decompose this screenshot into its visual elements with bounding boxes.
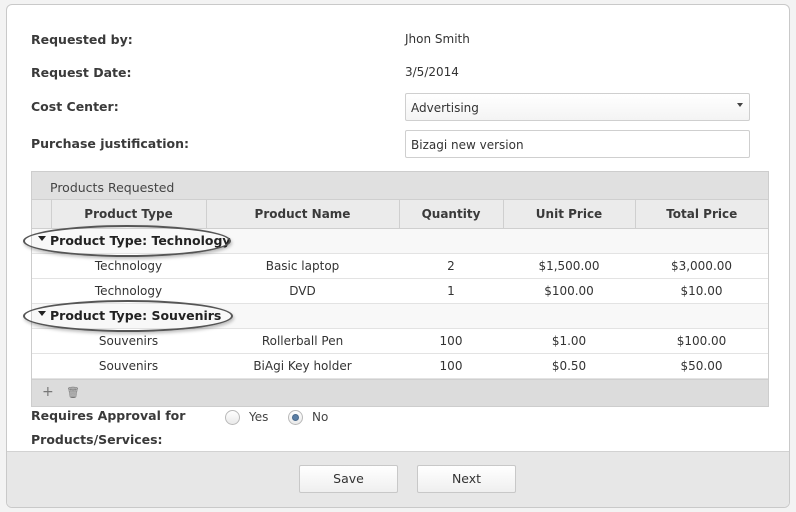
- column-header-product-type[interactable]: Product Type: [51, 200, 207, 229]
- table-header-row: Product Type Product Name Quantity Unit …: [32, 200, 768, 229]
- delete-row-icon[interactable]: 🗑: [66, 386, 80, 399]
- collapse-triangle-icon[interactable]: [38, 236, 46, 241]
- cost-center-value: Advertising: [411, 101, 479, 115]
- products-grid: Products Requested Product Type Product …: [31, 171, 769, 407]
- column-header-total-price[interactable]: Total Price: [635, 200, 768, 229]
- cost-center-label: Cost Center:: [31, 99, 119, 114]
- table-row[interactable]: Souvenirs BiAgi Key holder 100 $0.50 $50…: [32, 353, 768, 379]
- cell-quantity: 1: [399, 278, 503, 304]
- approval-yes-label[interactable]: Yes: [249, 410, 268, 424]
- purchase-justification-label: Purchase justification:: [31, 136, 189, 151]
- cell-unit-price: $100.00: [503, 278, 635, 304]
- purchase-justification-input[interactable]: Bizagi new version: [405, 130, 750, 158]
- cell-total-price: $100.00: [635, 328, 768, 354]
- cell-product-type: Souvenirs: [51, 328, 206, 354]
- table-row[interactable]: Souvenirs Rollerball Pen 100 $1.00 $100.…: [32, 328, 768, 354]
- approval-label-line2: Products/Services:: [31, 432, 163, 447]
- action-bar: Save Next: [7, 451, 789, 507]
- purchase-justification-value: Bizagi new version: [411, 138, 524, 152]
- request-date-value: 3/5/2014: [405, 65, 459, 79]
- approval-label-line1: Requires Approval for: [31, 408, 186, 423]
- approval-no-label[interactable]: No: [312, 410, 328, 424]
- cell-product-name: Rollerball Pen: [206, 328, 399, 354]
- grid-title: Products Requested: [32, 172, 768, 200]
- cell-quantity: 2: [399, 253, 503, 279]
- cell-unit-price: $1,500.00: [503, 253, 635, 279]
- cell-product-type: Technology: [51, 253, 206, 279]
- request-date-label: Request Date:: [31, 65, 132, 80]
- approval-no-radio[interactable]: [288, 410, 303, 425]
- requested-by-value: Jhon Smith: [405, 32, 470, 46]
- cell-product-type: Souvenirs: [51, 353, 206, 379]
- cell-product-name: DVD: [206, 278, 399, 304]
- collapse-triangle-icon[interactable]: [38, 311, 46, 316]
- cell-total-price: $3,000.00: [635, 253, 768, 279]
- cell-product-type: Technology: [51, 278, 206, 304]
- cell-product-name: Basic laptop: [206, 253, 399, 279]
- group-label-text: Product Type: Technology: [50, 233, 231, 248]
- cell-unit-price: $0.50: [503, 353, 635, 379]
- cell-product-name: BiAgi Key holder: [206, 353, 399, 379]
- group-row-souvenirs[interactable]: Product Type: Souvenirs: [32, 303, 768, 329]
- column-header-unit-price[interactable]: Unit Price: [503, 200, 636, 229]
- chevron-down-icon[interactable]: [737, 103, 743, 107]
- column-header-quantity[interactable]: Quantity: [399, 200, 504, 229]
- group-label: Product Type: Technology: [32, 233, 231, 248]
- add-row-icon[interactable]: +: [42, 384, 54, 400]
- cell-quantity: 100: [399, 353, 503, 379]
- table-row[interactable]: Technology DVD 1 $100.00 $10.00: [32, 278, 768, 304]
- cell-total-price: $50.00: [635, 353, 768, 379]
- form-container: Requested by: Jhon Smith Request Date: 3…: [6, 4, 790, 508]
- products-table: Product Type Product Name Quantity Unit …: [32, 200, 768, 379]
- group-row-technology[interactable]: Product Type: Technology: [32, 228, 768, 254]
- cell-unit-price: $1.00: [503, 328, 635, 354]
- next-button[interactable]: Next: [417, 465, 516, 493]
- group-label-text: Product Type: Souvenirs: [50, 308, 222, 323]
- column-header-product-name[interactable]: Product Name: [206, 200, 400, 229]
- cell-quantity: 100: [399, 328, 503, 354]
- group-label: Product Type: Souvenirs: [32, 308, 221, 323]
- requested-by-label: Requested by:: [31, 32, 133, 47]
- grid-toolbar: + 🗑: [32, 379, 768, 406]
- approval-yes-radio[interactable]: [225, 410, 240, 425]
- cell-total-price: $10.00: [635, 278, 768, 304]
- column-header-group: [32, 200, 52, 229]
- table-row[interactable]: Technology Basic laptop 2 $1,500.00 $3,0…: [32, 253, 768, 279]
- save-button[interactable]: Save: [299, 465, 398, 493]
- cost-center-select[interactable]: Advertising: [405, 93, 750, 121]
